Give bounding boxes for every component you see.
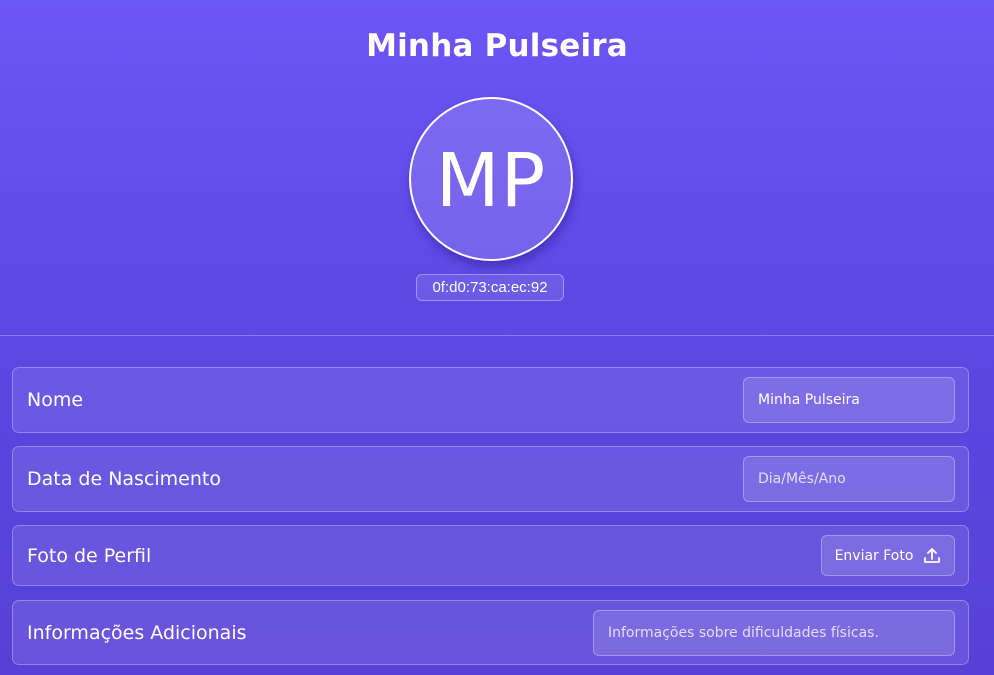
avatar-initials: MP: [435, 138, 547, 224]
nome-label: Nome: [27, 389, 84, 411]
data-nascimento-input[interactable]: [743, 456, 955, 502]
device-id-badge: 0f:d0:73:ca:ec:92: [416, 274, 564, 301]
data-nascimento-label: Data de Nascimento: [27, 468, 221, 490]
page-title: Minha Pulseira: [366, 28, 628, 64]
row-info-adicionais: Informações Adicionais: [12, 600, 969, 665]
row-nome: Nome: [12, 367, 969, 433]
row-data-nascimento: Data de Nascimento: [12, 446, 969, 512]
profile-header: Minha Pulseira MP 0f:d0:73:ca:ec:92: [0, 0, 994, 336]
avatar: MP: [409, 97, 573, 261]
enviar-foto-label: Enviar Foto: [834, 547, 914, 564]
info-adicionais-label: Informações Adicionais: [27, 621, 247, 644]
foto-perfil-label: Foto de Perfil: [27, 544, 152, 567]
upload-icon: [924, 547, 941, 563]
enviar-foto-button[interactable]: Enviar Foto: [821, 535, 955, 576]
info-adicionais-input[interactable]: [593, 610, 955, 656]
row-foto-perfil: Foto de Perfil Enviar Foto: [12, 525, 969, 586]
nome-input[interactable]: [743, 377, 955, 423]
